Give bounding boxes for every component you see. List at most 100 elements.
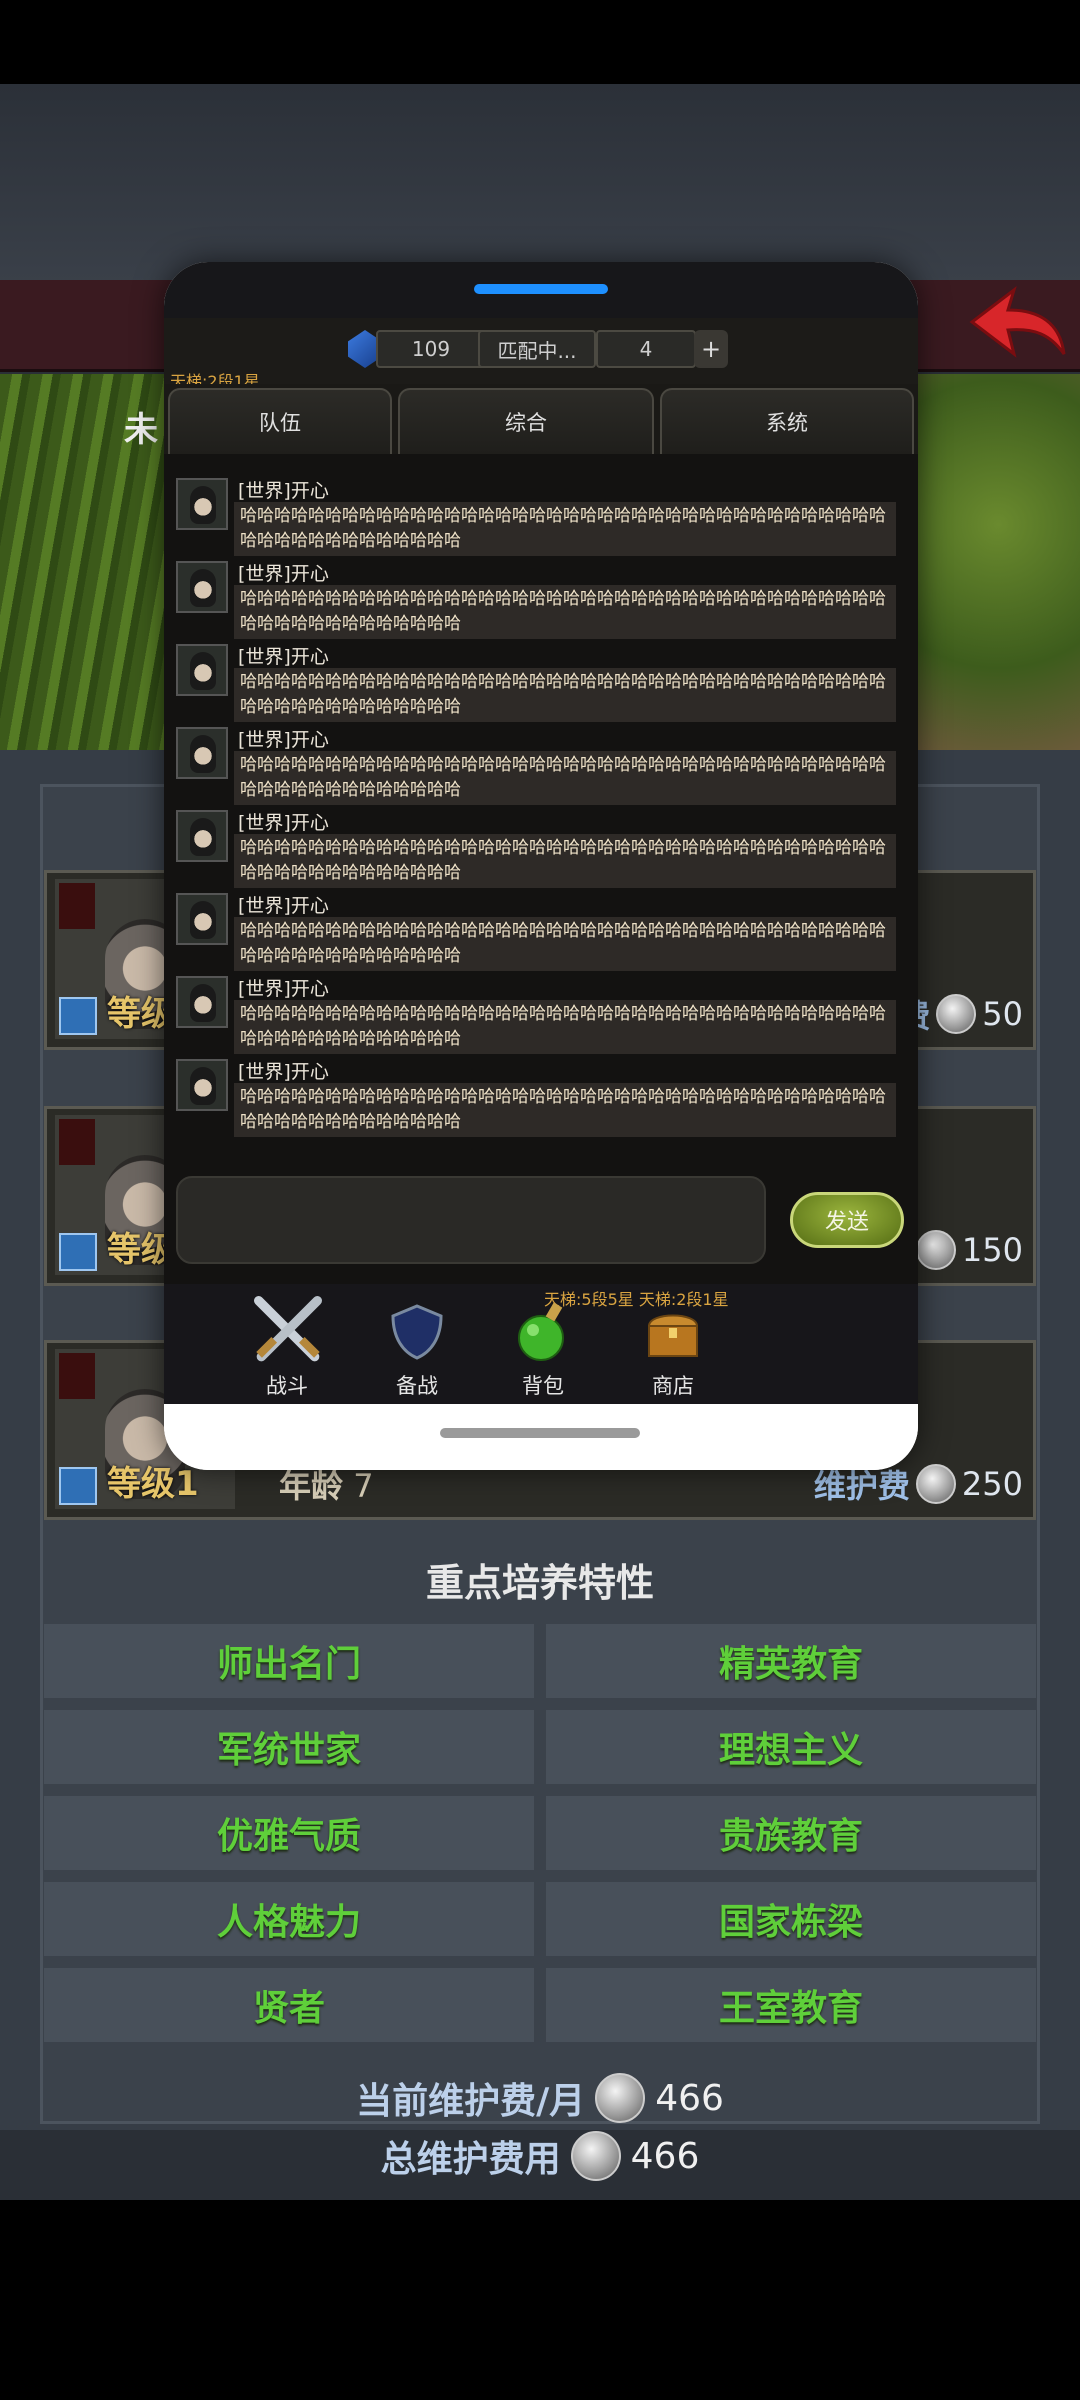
trait-item[interactable]: 军统世家 [44,1710,534,1784]
message-text: 哈哈哈哈哈哈哈哈哈哈哈哈哈哈哈哈哈哈哈哈哈哈哈哈哈哈哈哈哈哈哈哈哈哈哈哈哈哈哈哈… [240,838,886,883]
message-text: 哈哈哈哈哈哈哈哈哈哈哈哈哈哈哈哈哈哈哈哈哈哈哈哈哈哈哈哈哈哈哈哈哈哈哈哈哈哈哈哈… [240,755,886,800]
message-text: 哈哈哈哈哈哈哈哈哈哈哈哈哈哈哈哈哈哈哈哈哈哈哈哈哈哈哈哈哈哈哈哈哈哈哈哈哈哈哈哈… [240,506,886,551]
chat-message: [世界]开心 哈哈哈哈哈哈哈哈哈哈哈哈哈哈哈哈哈哈哈哈哈哈哈哈哈哈哈哈哈哈哈哈哈… [176,1057,896,1139]
message-sender: [世界]开心 [238,895,329,917]
overlay-top [164,262,918,318]
trait-item[interactable]: 贵族教育 [546,1796,1036,1870]
avatar[interactable] [176,810,228,862]
sword-icon [59,997,97,1035]
nav-item-battle[interactable]: 战斗 [222,1294,352,1404]
nav-item-shop[interactable]: 商店 [608,1294,738,1404]
monthly-fee: 当前维护费/月 466 [0,2072,1080,2124]
message-text: 哈哈哈哈哈哈哈哈哈哈哈哈哈哈哈哈哈哈哈哈哈哈哈哈哈哈哈哈哈哈哈哈哈哈哈哈哈哈哈哈… [240,1087,886,1132]
nav-item-bag[interactable]: 背包 [478,1294,608,1404]
back-arrow-icon[interactable] [968,284,1068,360]
background-field-text: 未 [124,410,158,450]
trait-item[interactable]: 贤者 [44,1968,534,2042]
chat-message: [世界]开心 哈哈哈哈哈哈哈哈哈哈哈哈哈哈哈哈哈哈哈哈哈哈哈哈哈哈哈哈哈哈哈哈哈… [176,891,896,973]
send-button[interactable]: 发送 [790,1192,904,1248]
fee-value: 50 [982,995,1023,1033]
message-bubble: 哈哈哈哈哈哈哈哈哈哈哈哈哈哈哈哈哈哈哈哈哈哈哈哈哈哈哈哈哈哈哈哈哈哈哈哈哈哈哈哈… [234,502,896,556]
silver-coin-icon [915,1230,956,1270]
silver-coin-icon [595,2073,646,2123]
treasure-chest-icon [647,1314,699,1357]
message-text: 哈哈哈哈哈哈哈哈哈哈哈哈哈哈哈哈哈哈哈哈哈哈哈哈哈哈哈哈哈哈哈哈哈哈哈哈哈哈哈哈… [240,672,886,717]
ticket-count: 4 [596,330,696,368]
trait-item[interactable]: 优雅气质 [44,1796,534,1870]
crossed-swords-icon [254,1296,322,1362]
silver-coin-icon [936,994,977,1034]
message-bubble: 哈哈哈哈哈哈哈哈哈哈哈哈哈哈哈哈哈哈哈哈哈哈哈哈哈哈哈哈哈哈哈哈哈哈哈哈哈哈哈哈… [234,834,896,888]
chat-message: [世界]开心 哈哈哈哈哈哈哈哈哈哈哈哈哈哈哈哈哈哈哈哈哈哈哈哈哈哈哈哈哈哈哈哈哈… [176,974,896,1056]
nav-item-prepare[interactable]: 备战 [352,1294,482,1404]
message-sender: [世界]开心 [238,729,329,751]
chat-message: [世界]开心 哈哈哈哈哈哈哈哈哈哈哈哈哈哈哈哈哈哈哈哈哈哈哈哈哈哈哈哈哈哈哈哈哈… [176,642,896,724]
silver-coin-icon [570,2131,621,2181]
message-bubble: 哈哈哈哈哈哈哈哈哈哈哈哈哈哈哈哈哈哈哈哈哈哈哈哈哈哈哈哈哈哈哈哈哈哈哈哈哈哈哈哈… [234,585,896,639]
message-sender: [世界]开心 [238,1061,329,1083]
trait-item[interactable]: 师出名门 [44,1624,534,1698]
trait-item[interactable]: 理想主义 [546,1710,1036,1784]
message-bubble: 哈哈哈哈哈哈哈哈哈哈哈哈哈哈哈哈哈哈哈哈哈哈哈哈哈哈哈哈哈哈哈哈哈哈哈哈哈哈哈哈… [234,1083,896,1137]
message-sender: [世界]开心 [238,646,329,668]
avatar[interactable] [176,1059,228,1111]
avatar[interactable] [176,478,228,530]
status-bar [0,0,1080,84]
chat-overlay: 109 匹配中... 4 + 天梯:2段1星 队伍 综合 系统 [世界]开心 哈… [164,262,918,1470]
add-button[interactable]: + [694,330,728,368]
message-text: 哈哈哈哈哈哈哈哈哈哈哈哈哈哈哈哈哈哈哈哈哈哈哈哈哈哈哈哈哈哈哈哈哈哈哈哈哈哈哈哈… [240,1004,886,1049]
monthly-fee-value: 466 [655,2077,724,2119]
nav-label: 商店 [652,1374,694,1398]
bottom-area [0,2200,1080,2400]
chat-message-list[interactable]: [世界]开心 哈哈哈哈哈哈哈哈哈哈哈哈哈哈哈哈哈哈哈哈哈哈哈哈哈哈哈哈哈哈哈哈哈… [164,454,918,1164]
message-sender: [世界]开心 [238,480,329,502]
flag-icon [59,1119,95,1165]
nav-label: 背包 [522,1374,564,1398]
sword-icon [59,1233,97,1271]
fee-value: 250 [961,1465,1023,1503]
tab-team[interactable]: 队伍 [168,388,392,454]
trait-item[interactable]: 精英教育 [546,1624,1036,1698]
trait-item[interactable]: 人格魅力 [44,1882,534,1956]
message-bubble: 哈哈哈哈哈哈哈哈哈哈哈哈哈哈哈哈哈哈哈哈哈哈哈哈哈哈哈哈哈哈哈哈哈哈哈哈哈哈哈哈… [234,668,896,722]
resource-bar: 109 匹配中... 4 + 天梯:2段1星 [164,318,918,391]
background-tree [916,374,1080,750]
message-bubble: 哈哈哈哈哈哈哈哈哈哈哈哈哈哈哈哈哈哈哈哈哈哈哈哈哈哈哈哈哈哈哈哈哈哈哈哈哈哈哈哈… [234,751,896,805]
trait-item[interactable]: 国家栋梁 [546,1882,1036,1956]
background-top [0,84,1080,284]
gem-count: 109 [376,330,486,368]
avatar[interactable] [176,644,228,696]
nav-label: 备战 [396,1374,438,1398]
chat-input[interactable] [176,1176,766,1264]
chat-message: [世界]开心 哈哈哈哈哈哈哈哈哈哈哈哈哈哈哈哈哈哈哈哈哈哈哈哈哈哈哈哈哈哈哈哈哈… [176,725,896,807]
home-indicator-area [164,1416,918,1470]
monthly-fee-label: 当前维护费/月 [356,2081,586,2122]
chat-input-area: 发送 [164,1164,918,1284]
message-bubble: 哈哈哈哈哈哈哈哈哈哈哈哈哈哈哈哈哈哈哈哈哈哈哈哈哈哈哈哈哈哈哈哈哈哈哈哈哈哈哈哈… [234,917,896,971]
potion-icon [518,1302,564,1361]
flag-icon [59,883,95,929]
chat-tabs: 队伍 综合 系统 [164,384,918,454]
message-sender: [世界]开心 [238,812,329,834]
drag-handle[interactable] [474,284,608,294]
age-value: 7 [353,1467,374,1505]
avatar[interactable] [176,727,228,779]
tab-system[interactable]: 系统 [660,388,914,454]
message-text: 哈哈哈哈哈哈哈哈哈哈哈哈哈哈哈哈哈哈哈哈哈哈哈哈哈哈哈哈哈哈哈哈哈哈哈哈哈哈哈哈… [240,589,886,634]
tab-general[interactable]: 综合 [398,388,654,454]
total-fee-label: 总维护费用 [380,2139,561,2180]
avatar[interactable] [176,976,228,1028]
avatar[interactable] [176,561,228,613]
total-fee: 总维护费用 466 [0,2130,1080,2182]
chat-message: [世界]开心 哈哈哈哈哈哈哈哈哈哈哈哈哈哈哈哈哈哈哈哈哈哈哈哈哈哈哈哈哈哈哈哈哈… [176,476,896,558]
age-label: 年龄 [279,1467,344,1505]
traits-title: 重点培养特性 [425,1561,654,1605]
trait-item[interactable]: 王室教育 [546,1968,1036,2042]
chat-message: [世界]开心 哈哈哈哈哈哈哈哈哈哈哈哈哈哈哈哈哈哈哈哈哈哈哈哈哈哈哈哈哈哈哈哈哈… [176,559,896,641]
chat-message: [世界]开心 哈哈哈哈哈哈哈哈哈哈哈哈哈哈哈哈哈哈哈哈哈哈哈哈哈哈哈哈哈哈哈哈哈… [176,808,896,890]
fee-value: 150 [961,1231,1023,1269]
home-indicator[interactable] [440,1428,640,1438]
silver-coin-icon [915,1464,956,1504]
message-bubble: 哈哈哈哈哈哈哈哈哈哈哈哈哈哈哈哈哈哈哈哈哈哈哈哈哈哈哈哈哈哈哈哈哈哈哈哈哈哈哈哈… [234,1000,896,1054]
avatar[interactable] [176,893,228,945]
